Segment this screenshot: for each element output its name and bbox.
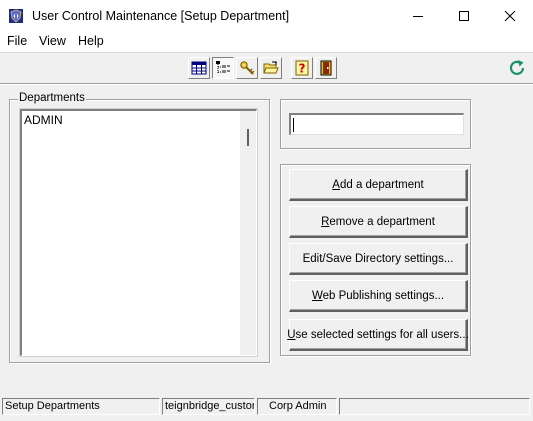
text-caret: [293, 118, 294, 132]
status-mode: Setup Departments: [2, 398, 160, 415]
minimize-icon: [413, 16, 423, 17]
add-department-label: Add a department: [332, 178, 424, 191]
app-shield-icon: [8, 8, 24, 24]
keys-icon: [240, 61, 255, 75]
exit-door-icon: [320, 60, 332, 76]
window-title: User Control Maintenance [Setup Departme…: [32, 9, 290, 23]
close-button[interactable]: [487, 0, 533, 32]
web-publishing-settings-label: Web Publishing settings...: [311, 289, 445, 302]
refresh-button[interactable]: [506, 57, 528, 79]
status-bar: Setup Departments teignbridge_custom Cor…: [0, 396, 533, 421]
toolbar: ?: [0, 52, 533, 84]
apply-settings-all-users-label: Use selected settings for all users...: [287, 328, 469, 341]
departments-group: Departments ADMIN: [9, 92, 270, 363]
web-publishing-settings-button[interactable]: Web Publishing settings...: [289, 280, 468, 312]
actions-group: Add a department Remove a department Edi…: [280, 164, 471, 356]
remove-department-label: Remove a department: [321, 215, 435, 228]
departments-label: Departments: [18, 92, 86, 104]
list-scrollbar[interactable]: [240, 111, 256, 355]
menu-bar: File View Help: [0, 32, 533, 50]
department-tree-button[interactable]: [212, 57, 234, 79]
departments-list[interactable]: ADMIN: [19, 108, 258, 357]
menu-view[interactable]: View: [39, 34, 66, 48]
menu-file[interactable]: File: [7, 34, 27, 48]
scrollbar-thumb[interactable]: [247, 129, 249, 146]
edit-directory-settings-label: Edit/Save Directory settings...: [302, 252, 454, 265]
main-panel: Departments ADMIN Add a department Remov…: [0, 85, 533, 396]
exit-button[interactable]: [315, 57, 337, 79]
help-button[interactable]: ?: [291, 57, 313, 79]
status-user: Corp Admin: [257, 398, 337, 415]
menu-help[interactable]: Help: [78, 34, 104, 48]
add-department-button[interactable]: Add a department: [289, 169, 468, 201]
keys-button[interactable]: [236, 57, 258, 79]
grid-table-icon: [191, 61, 207, 75]
department-name-input[interactable]: [289, 113, 464, 135]
folder-open-icon: [263, 61, 279, 74]
minimize-button[interactable]: [395, 0, 441, 32]
department-name-group: [280, 99, 471, 149]
apply-settings-all-users-button[interactable]: Use selected settings for all users...: [287, 319, 469, 351]
remove-department-button[interactable]: Remove a department: [289, 206, 468, 238]
svg-text:?: ?: [299, 62, 306, 76]
title-bar[interactable]: User Control Maintenance [Setup Departme…: [0, 0, 533, 32]
edit-directory-settings-button[interactable]: Edit/Save Directory settings...: [289, 243, 468, 275]
status-extra: [339, 398, 530, 415]
department-tree-icon: [216, 61, 230, 74]
close-icon: [504, 10, 516, 22]
grid-table-button[interactable]: [188, 57, 210, 79]
question-help-icon: ?: [295, 60, 309, 76]
folder-open-button[interactable]: [260, 57, 282, 79]
list-item[interactable]: ADMIN: [24, 113, 63, 127]
refresh-icon: [509, 60, 525, 75]
status-server: teignbridge_custom: [162, 398, 255, 415]
maximize-button[interactable]: [441, 0, 487, 32]
maximize-icon: [459, 11, 469, 21]
